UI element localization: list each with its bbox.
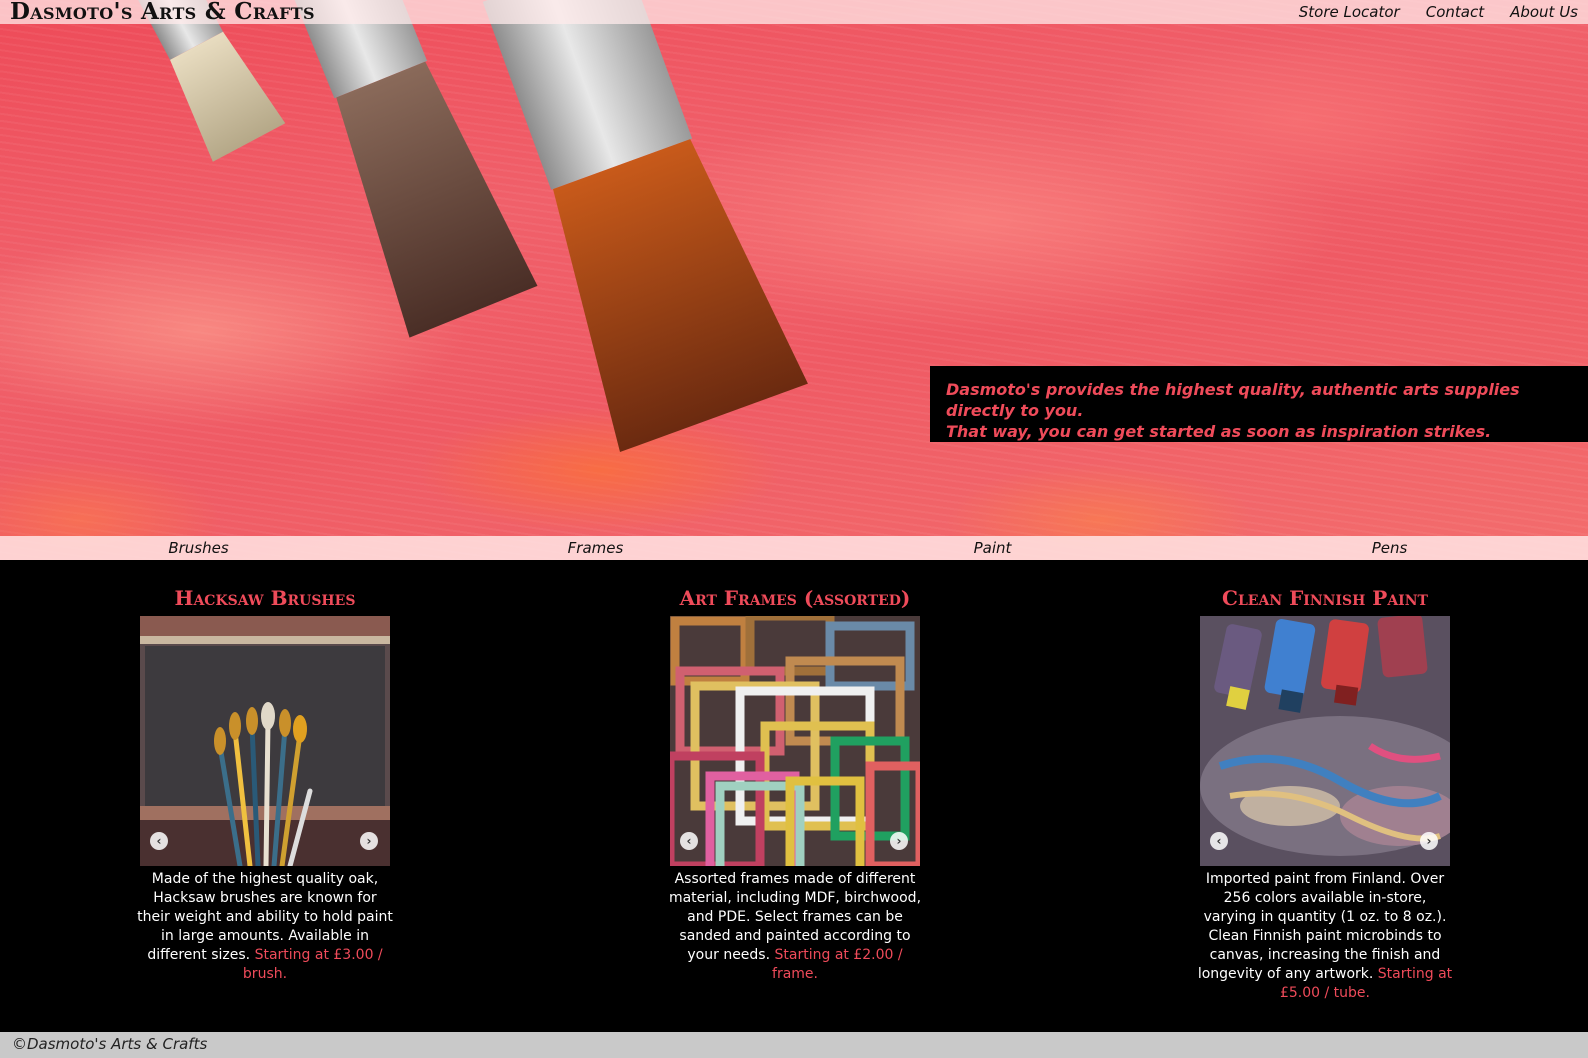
- frames-photo: ‹ ›: [670, 616, 920, 866]
- copyright-text: ©Dasmoto's Arts & Crafts: [12, 1035, 208, 1053]
- chevron-left-icon[interactable]: ‹: [680, 832, 698, 850]
- category-pens[interactable]: Pens: [1191, 536, 1588, 560]
- product-description: Assorted frames made of different materi…: [666, 870, 924, 984]
- brushes-photo: ‹ ›: [140, 616, 390, 866]
- nav-store-locator[interactable]: Store Locator: [1299, 0, 1400, 24]
- nav-about-us[interactable]: About Us: [1510, 0, 1578, 24]
- product-title: Hacksaw Brushes: [174, 586, 356, 610]
- product-price: Starting at £2.00 / frame.: [772, 947, 903, 982]
- category-paint[interactable]: Paint: [794, 536, 1191, 560]
- mission-line-1: Dasmoto's provides the highest quality, …: [946, 380, 1520, 420]
- hero-banner: [0, 0, 1588, 560]
- top-nav: Store Locator Contact About Us: [1299, 0, 1578, 24]
- chevron-right-icon[interactable]: ›: [890, 832, 908, 850]
- nav-contact[interactable]: Contact: [1426, 0, 1484, 24]
- site-footer: ©Dasmoto's Arts & Crafts: [0, 1032, 1588, 1058]
- mission-line-2: That way, you can get started as soon as…: [946, 422, 1492, 441]
- paint-tubes-photo: ‹ ›: [1200, 616, 1450, 866]
- category-nav: Brushes Frames Paint Pens: [0, 536, 1588, 560]
- chevron-right-icon[interactable]: ›: [360, 832, 378, 850]
- site-logo[interactable]: Dasmoto's Arts & Crafts: [10, 0, 315, 25]
- chevron-left-icon[interactable]: ‹: [1210, 832, 1228, 850]
- chevron-right-icon[interactable]: ›: [1420, 832, 1438, 850]
- chevron-left-icon[interactable]: ‹: [150, 832, 168, 850]
- paint-brushes-illustration: [132, 0, 808, 453]
- category-frames[interactable]: Frames: [397, 536, 794, 560]
- product-section: Hacksaw Brushes ‹ › Made of the highest …: [0, 560, 1588, 1032]
- product-description: Imported paint from Finland. Over 256 co…: [1196, 870, 1454, 1003]
- category-brushes[interactable]: Brushes: [0, 536, 397, 560]
- product-price: Starting at £3.00 / brush.: [242, 947, 383, 982]
- product-title: Art Frames (assorted): [679, 586, 911, 610]
- product-description: Made of the highest quality oak, Hacksaw…: [136, 870, 394, 984]
- product-title: Clean Finnish Paint: [1222, 586, 1428, 610]
- mission-statement: Dasmoto's provides the highest quality, …: [930, 366, 1588, 442]
- site-header: Dasmoto's Arts & Crafts Store Locator Co…: [0, 0, 1588, 25]
